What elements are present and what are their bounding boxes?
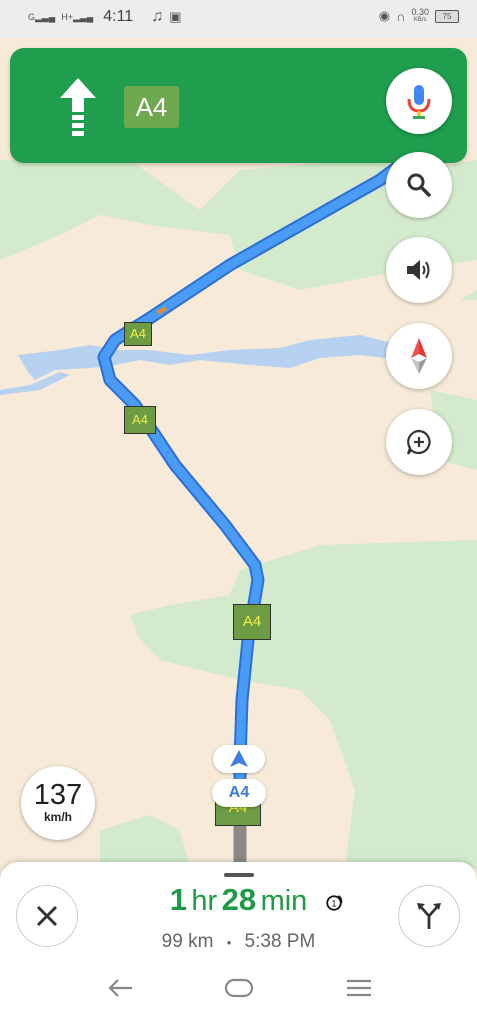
exit-navigation-button[interactable] <box>16 885 78 947</box>
menu-icon[interactable] <box>345 976 373 1000</box>
battery-icon: 75 <box>435 9 459 23</box>
sheet-handle[interactable] <box>224 873 254 877</box>
music-icon: ♫ <box>151 8 164 25</box>
back-icon[interactable] <box>106 976 134 1000</box>
search-icon <box>407 173 431 197</box>
add-report-button[interactable] <box>386 409 452 475</box>
home-icon[interactable] <box>224 976 254 1000</box>
arrow-up-icon <box>60 78 96 136</box>
signal-1-label: G <box>28 12 36 22</box>
trip-distance: 99 km <box>161 931 214 952</box>
eta-hours: 1 <box>169 882 187 917</box>
add-report-icon <box>406 429 431 455</box>
location-icon: ◉ <box>378 8 391 23</box>
signal-1-icon: G▂▃▄ <box>28 12 56 22</box>
data-speed-value: 0.30 <box>411 7 429 17</box>
status-bar: G▂▃▄ H+▂▃▄ 4:11 ♫ ▣ ◉ ∩ 0.30 KB/s 75 <box>0 0 477 38</box>
compass-icon <box>411 338 427 374</box>
navigation-arrow-icon <box>230 750 248 767</box>
eta-duration: 1 hr 28 min <box>120 882 357 918</box>
voice-search-button[interactable] <box>386 68 452 134</box>
trip-details: 99 km • 5:38 PM <box>120 931 357 953</box>
speedometer: 137 km/h <box>21 766 95 840</box>
close-icon <box>36 905 58 927</box>
search-button[interactable] <box>386 152 452 218</box>
route-shield: A4 <box>233 604 271 640</box>
alternate-routes-icon <box>417 903 441 929</box>
route-shield: A4 <box>124 406 156 434</box>
speed-value: 137 <box>33 779 83 811</box>
current-road-label: A4 <box>212 779 266 807</box>
sound-button[interactable] <box>386 237 452 303</box>
speed-unit: km/h <box>43 810 72 824</box>
compass-button[interactable] <box>386 323 452 389</box>
headphones-icon: ∩ <box>396 8 406 24</box>
eta-minutes-unit: min <box>260 885 308 917</box>
eta-minutes: 28 <box>221 882 257 917</box>
data-speed: 0.30 KB/s <box>411 8 429 24</box>
gallery-icon: ▣ <box>169 9 182 24</box>
mic-icon <box>407 85 431 119</box>
system-navigation-bar <box>0 960 477 1024</box>
incident-icon: 1 <box>326 895 343 911</box>
current-location-marker <box>213 745 265 773</box>
data-speed-unit: KB/s <box>413 17 427 23</box>
route-shield: A4 <box>124 322 152 346</box>
alternate-routes-button[interactable] <box>398 885 460 947</box>
signal-2-icon: H+▂▃▄ <box>61 12 94 22</box>
road-name: A4 <box>124 86 179 128</box>
arrival-time: 5:38 PM <box>244 931 316 952</box>
clock: 4:11 <box>103 8 134 25</box>
signal-2-label: H+ <box>61 12 74 22</box>
status-left: G▂▃▄ H+▂▃▄ 4:11 ♫ ▣ <box>28 8 182 26</box>
volume-icon <box>407 260 430 280</box>
separator: • <box>226 935 232 950</box>
eta-hours-unit: hr <box>191 885 218 917</box>
status-right: ◉ ∩ 0.30 KB/s 75 <box>379 8 459 24</box>
svg-text:1: 1 <box>331 899 336 909</box>
